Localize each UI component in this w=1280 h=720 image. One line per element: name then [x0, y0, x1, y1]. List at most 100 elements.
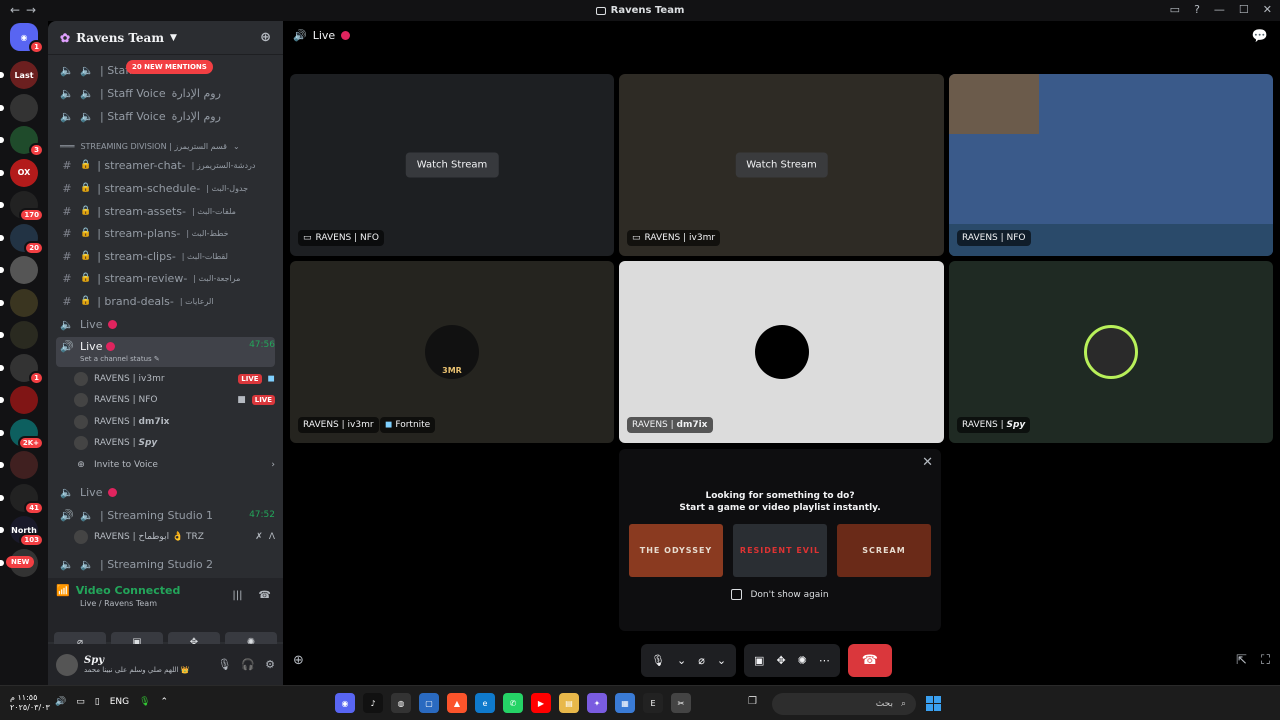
search-box[interactable]: بحث ⌕ — [772, 693, 916, 715]
checkbox[interactable] — [731, 589, 743, 600]
inbox-icon[interactable]: ▭ — [1170, 3, 1180, 16]
add-user-icon[interactable]: ⊕ — [293, 653, 304, 668]
server-icon[interactable] — [0, 93, 38, 122]
server-icon[interactable] — [0, 288, 38, 317]
soundboard-icon[interactable]: ✺ — [798, 654, 807, 667]
server-icon[interactable]: OX — [0, 158, 38, 187]
task-view-icon[interactable]: ❐ — [748, 696, 757, 707]
category-streaming[interactable]: ═══ STREAMING DIVISION | قسم الستريمرز ⌄ — [56, 136, 275, 156]
invite-to-voice[interactable]: ⊕ Invite to Voice › — [74, 455, 275, 475]
network-icon[interactable]: ▭ — [76, 697, 85, 707]
windows-start-icon[interactable] — [926, 696, 941, 711]
stream-tile[interactable]: Watch Stream ▭ RAVENS | NFO — [290, 74, 614, 256]
text-channel[interactable]: # 🔒 | brand-deals- | الرعايات — [56, 291, 275, 311]
game-card[interactable]: SCREAM — [837, 524, 931, 577]
youtube-app-icon[interactable]: ▶ — [531, 693, 551, 713]
user-info[interactable]: Spy اللهم صلي وسلم على نبينا محمد 👑 — [84, 655, 189, 674]
volume-icon[interactable]: 🔊 — [55, 697, 66, 707]
voice-channel-live-active[interactable]: 🔊 Live Set a channel status ✎ 47:56 — [56, 337, 275, 367]
voice-user[interactable]: RAVENS | iv3mr LIVE ◼ — [74, 369, 275, 389]
popout-icon[interactable]: ⇱ — [1236, 653, 1247, 668]
headphones-icon[interactable]: 🎧 — [241, 658, 255, 671]
close-button[interactable]: ✕ — [1263, 3, 1272, 16]
server-icon[interactable] — [0, 386, 38, 414]
new-mentions-pill[interactable]: 20 NEW MENTIONS — [126, 60, 213, 74]
server-icon[interactable] — [0, 256, 38, 284]
signal-icon[interactable]: 📶 — [56, 584, 70, 597]
microphone-icon[interactable]: 🎙 — [139, 697, 150, 707]
copilot-app-icon[interactable]: ✦ — [587, 693, 607, 713]
screen-share-icon[interactable]: ▣ — [754, 654, 764, 667]
watch-stream-button[interactable]: Watch Stream — [735, 152, 828, 178]
gear-icon[interactable]: ⚙ — [265, 658, 275, 671]
app-icon[interactable]: ▢ — [419, 693, 439, 713]
home-button[interactable]: ◉ 1 — [10, 23, 44, 54]
text-channel[interactable]: # 🔒 | stream-review- | مراجعة-البث — [56, 268, 275, 288]
close-icon[interactable]: ✕ — [922, 455, 933, 470]
microphone-icon[interactable]: 🎙 — [217, 658, 231, 671]
server-icon[interactable] — [0, 321, 38, 349]
voice-user[interactable]: RAVENS | ابوطماح 👌 TRZ ✗ Λ — [74, 527, 275, 547]
camera-off-icon[interactable]: ⌀ — [698, 654, 705, 667]
chevron-up-icon[interactable]: ⌃ — [161, 697, 169, 707]
voice-channel-live[interactable]: 🔈 Live — [56, 314, 275, 334]
server-icon[interactable]: 3 — [0, 126, 44, 157]
nav-arrows[interactable]: ←→ — [10, 3, 42, 17]
store-app-icon[interactable]: ▦ — [615, 693, 635, 713]
chevron-down-icon[interactable]: ⌄ — [717, 654, 726, 667]
game-card[interactable]: RESIDENT EVIL — [733, 524, 827, 577]
noise-suppression-icon[interactable]: ||| — [232, 590, 242, 601]
watch-stream-button[interactable]: Watch Stream — [405, 152, 499, 178]
text-channel[interactable]: # 🔒 | stream-assets- | ملفات-البث — [56, 201, 275, 221]
app-icon[interactable]: ◍ — [391, 693, 411, 713]
voice-status[interactable]: Video Connected — [76, 584, 181, 597]
participant-tile[interactable]: RAVENS | 𝙎𝙥𝙮 — [949, 261, 1273, 443]
voice-user[interactable]: RAVENS | 𝙎𝙥𝙮 — [74, 433, 275, 453]
tiktok-app-icon[interactable]: ♪ — [363, 693, 383, 713]
new-badge[interactable]: NEW — [6, 556, 35, 568]
server-icon[interactable]: North 103 — [0, 516, 44, 547]
language-indicator[interactable]: ENG — [110, 697, 129, 707]
participant-tile[interactable]: RAVENS | 𝗱𝗺𝟳𝗶𝘅 — [619, 261, 944, 443]
whatsapp-app-icon[interactable]: ✆ — [503, 693, 523, 713]
fullscreen-icon[interactable]: ⛶ — [1261, 653, 1270, 668]
brave-app-icon[interactable]: ▲ — [447, 693, 467, 713]
server-icon[interactable]: 41 — [0, 483, 44, 515]
voice-channel-live[interactable]: 🔈 Live — [56, 482, 275, 502]
maximize-button[interactable]: ☐ — [1239, 3, 1249, 16]
battery-icon[interactable]: ▯ — [95, 697, 100, 707]
voice-channel-staff-voice[interactable]: 🔈 🔈 | Staff Voice روم الإدارة — [56, 83, 275, 103]
game-card[interactable]: THE ODYSSEY — [629, 524, 723, 577]
activities-icon[interactable]: ✥ — [776, 654, 785, 667]
more-icon[interactable]: ⋯ — [819, 654, 830, 667]
voice-user[interactable]: RAVENS | 𝗱𝗺𝟳𝗶𝘅 — [74, 412, 275, 432]
server-icon[interactable]: 20 — [0, 223, 44, 255]
disconnect-button[interactable]: ☎ — [847, 644, 892, 677]
text-channel[interactable]: # 🔒 | stream-plans- | خطط-البث — [56, 223, 275, 243]
stream-tile-fortnite[interactable]: RAVENS | NFO — [949, 74, 1273, 256]
avatar[interactable] — [56, 653, 78, 676]
voice-user[interactable]: RAVENS | NFO ■ LIVE — [74, 390, 275, 410]
voice-channel-studio-2[interactable]: 🔈 🔈 | Streaming Studio 2 — [56, 554, 275, 574]
server-icon[interactable] — [0, 451, 38, 479]
epic-games-icon[interactable]: E — [643, 693, 663, 713]
edge-app-icon[interactable]: e — [475, 693, 495, 713]
channel-status[interactable]: Set a channel status — [80, 355, 152, 363]
server-icon[interactable]: 170 — [0, 191, 44, 222]
server-icon[interactable]: 2K+ — [0, 418, 44, 450]
help-icon[interactable]: ? — [1194, 3, 1200, 16]
capcut-app-icon[interactable]: ✂ — [671, 693, 691, 713]
discord-app-icon[interactable]: ◉ — [335, 693, 355, 713]
text-channel[interactable]: # 🔒 | stream-clips- | لقطات-البث — [56, 246, 275, 266]
file-explorer-icon[interactable]: ▤ — [559, 693, 579, 713]
chevron-down-icon[interactable]: ⌄ — [677, 654, 686, 667]
voice-channel-studio-1[interactable]: 🔊 🔈 | Streaming Studio 1 47:52 — [56, 505, 275, 525]
stream-tile[interactable]: Watch Stream ▭ RAVENS | iv3mr — [619, 74, 944, 256]
disconnect-icon[interactable]: ☎ — [259, 590, 271, 601]
chat-icon[interactable]: 💬 — [1252, 29, 1268, 44]
server-icon[interactable]: 1 — [0, 353, 44, 385]
microphone-icon[interactable]: 🎙 — [651, 654, 665, 667]
text-channel[interactable]: # 🔒 | streamer-chat- | دردشة-الستريمرز — [56, 155, 275, 175]
voice-channel-staff-voice[interactable]: 🔈 🔈 | Staff Voice روم الإدارة — [56, 106, 275, 126]
minimize-button[interactable]: — — [1214, 3, 1225, 16]
